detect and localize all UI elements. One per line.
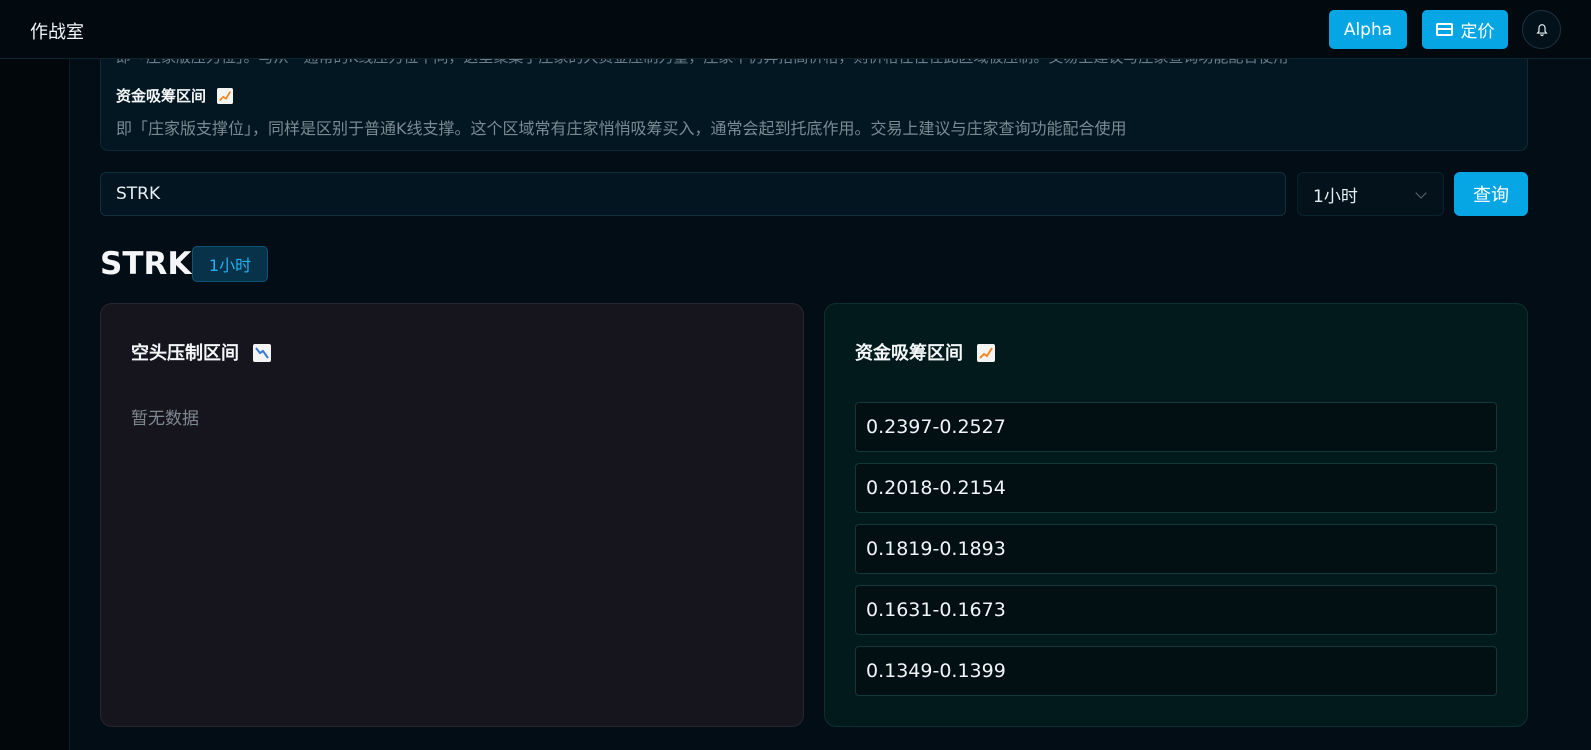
chart-up-icon xyxy=(217,88,234,104)
credit-card-icon xyxy=(1435,23,1453,36)
list-item: 0.1631-0.1673 xyxy=(855,585,1497,635)
support-panel: 资金吸筹区间 0.2397-0.2527 0.2018-0.2154 0.181… xyxy=(824,303,1528,727)
resistance-title: 空头压制区间 xyxy=(131,339,272,365)
notifications-button[interactable] xyxy=(1522,10,1561,49)
sidebar xyxy=(0,59,70,750)
top-bar: 作战室 Alpha 定价 xyxy=(0,0,1591,59)
list-item: 0.2018-0.2154 xyxy=(855,463,1497,513)
support-heading-text: 资金吸筹区间 xyxy=(116,87,207,105)
support-zone-list: 0.2397-0.2527 0.2018-0.2154 0.1819-0.189… xyxy=(855,402,1497,707)
chevron-down-icon xyxy=(1415,187,1427,199)
support-title: 资金吸筹区间 xyxy=(855,339,996,365)
chart-up-icon xyxy=(977,344,996,362)
resistance-panel: 空头压制区间 暂无数据 xyxy=(100,303,804,727)
info-panel: 即「庄家版压力位」。与从一通常的K线压力位不同，这里聚集了庄家的大资金压制力量，… xyxy=(100,59,1528,151)
resistance-title-text: 空头压制区间 xyxy=(131,343,239,364)
list-item: 0.1349-0.1399 xyxy=(855,646,1497,696)
query-button[interactable]: 查询 xyxy=(1454,172,1528,216)
list-item: 0.1819-0.1893 xyxy=(855,524,1497,574)
main-content: 即「庄家版压力位」。与从一通常的K线压力位不同，这里聚集了庄家的大资金压制力量，… xyxy=(70,59,1591,750)
alpha-button[interactable]: Alpha xyxy=(1329,10,1407,49)
support-description: 即「庄家版支撑位」，同样是区别于普通K线支撑。这个区域常有庄家悄悄吸筹买入，通常… xyxy=(116,119,1127,138)
chart-down-icon xyxy=(253,344,272,362)
interval-select[interactable]: 1小时 xyxy=(1297,172,1444,216)
symbol-search-input[interactable] xyxy=(100,172,1286,216)
result-symbol: STRK xyxy=(100,246,192,282)
resistance-description: 即「庄家版压力位」。与从一通常的K线压力位不同，这里聚集了庄家的大资金压制力量，… xyxy=(116,59,1506,67)
empty-state-text: 暂无数据 xyxy=(131,409,199,429)
support-heading: 资金吸筹区间 xyxy=(116,85,234,106)
interval-tag: 1小时 xyxy=(192,246,268,282)
support-title-text: 资金吸筹区间 xyxy=(855,343,963,364)
interval-select-value: 1小时 xyxy=(1313,186,1358,207)
app-title: 作战室 xyxy=(30,22,84,43)
list-item: 0.2397-0.2527 xyxy=(855,402,1497,452)
pricing-label: 定价 xyxy=(1460,22,1495,42)
bell-icon xyxy=(1535,23,1548,36)
pricing-button[interactable]: 定价 xyxy=(1422,10,1508,49)
